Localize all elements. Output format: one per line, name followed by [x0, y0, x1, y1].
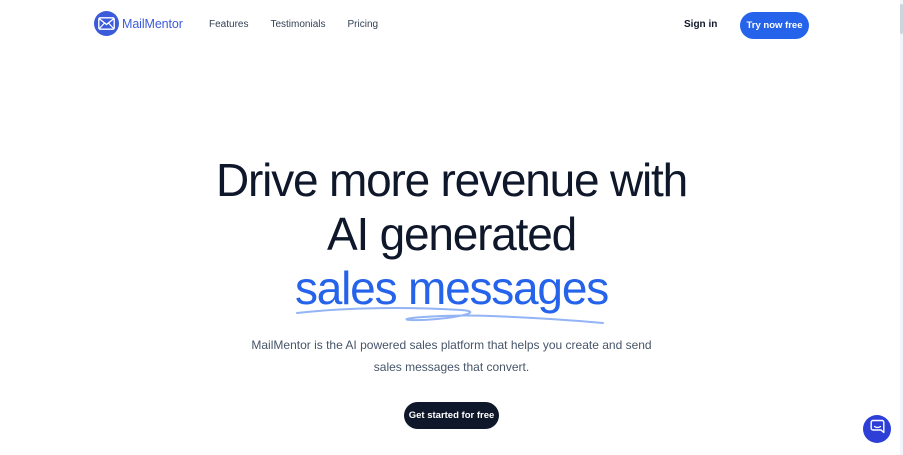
hero-subtitle-line-1: MailMentor is the AI powered sales platf…: [251, 338, 652, 352]
hero-subtitle-line-2: sales messages that convert.: [373, 360, 530, 374]
get-started-button[interactable]: Get started for free: [404, 402, 499, 429]
hero-title-accent-line: sales messages: [0, 261, 903, 324]
envelope-icon: [94, 11, 119, 36]
hero-title-line-1: Drive more revenue with: [216, 154, 688, 206]
nav-features[interactable]: Features: [209, 19, 248, 30]
sign-in-link[interactable]: Sign in: [684, 19, 717, 30]
logo-text: MailMentor: [122, 16, 183, 31]
hero-title-line-2: AI generated: [326, 208, 577, 260]
squiggle-underline: [295, 307, 604, 324]
nav-testimonials[interactable]: Testimonials: [270, 19, 325, 30]
top-nav: MailMentor Features Testimonials Pricing…: [0, 0, 903, 50]
hero: Drive more revenue with AI generated sal…: [0, 153, 903, 324]
hero-title-accent: sales messages: [295, 261, 609, 324]
nav-pricing[interactable]: Pricing: [348, 19, 379, 30]
try-now-free-button[interactable]: Try now free: [740, 12, 809, 39]
nav-links: Features Testimonials Pricing: [209, 19, 378, 30]
hero-subtitle: MailMentor is the AI powered sales platf…: [0, 334, 903, 378]
chat-bubble-icon: [870, 419, 885, 439]
chat-widget-button[interactable]: [863, 415, 891, 443]
logo[interactable]: MailMentor: [94, 11, 183, 36]
